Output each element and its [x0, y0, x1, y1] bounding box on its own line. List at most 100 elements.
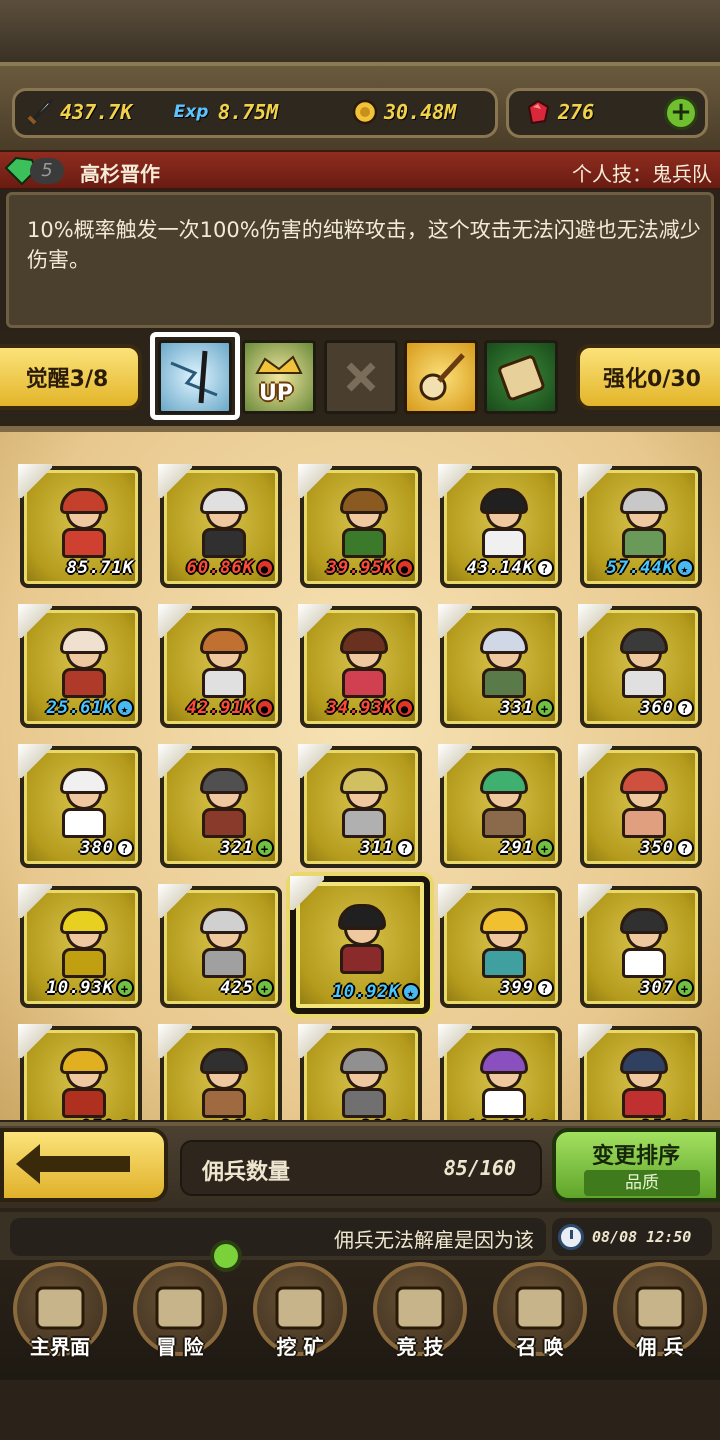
- shamisen-icon: [419, 353, 465, 401]
- page-corner-icon: [158, 604, 192, 638]
- sort-title: 变更排序: [591, 1144, 680, 1169]
- mercenary-card[interactable]: 280★: [298, 1024, 422, 1120]
- enhance-button[interactable]: 强化0/30: [576, 344, 720, 410]
- mercenary-power-value: 425: [220, 978, 254, 998]
- page-corner-icon: [158, 464, 192, 498]
- mercenary-card[interactable]: 399?: [438, 884, 562, 1008]
- mercenary-portrait: [614, 768, 674, 838]
- mercenary-card[interactable]: 380?: [18, 744, 142, 868]
- exp-label: Exp: [173, 102, 209, 122]
- skill-description-panel: 10%概率触发一次100%伤害的纯粹攻击，这个攻击无法闪避也无法减少伤害。: [6, 192, 714, 328]
- mercenary-card[interactable]: 307 +: [578, 884, 702, 1008]
- mercenary-card[interactable]: 425 +: [158, 884, 282, 1008]
- mercenary-portrait: [54, 488, 114, 558]
- mercenary-card[interactable]: 85.71K: [18, 464, 142, 588]
- sort-mode: 品质: [584, 1170, 700, 1196]
- news-ticker: 佣兵无法解雇是因为该: [10, 1218, 546, 1256]
- skill-slot-up[interactable]: UP: [242, 340, 316, 414]
- gem-value: 276: [558, 100, 595, 124]
- mercenary-portrait: [334, 1048, 394, 1118]
- mercenary-power: 399?: [500, 978, 554, 998]
- mercenary-portrait: [54, 628, 114, 698]
- mercenary-card[interactable]: 10.93K +: [18, 884, 142, 1008]
- mercenary-card[interactable]: 42.91K ●: [158, 604, 282, 728]
- mercenary-card[interactable]: 60.86K ●: [158, 464, 282, 588]
- page-corner-icon: [438, 604, 472, 638]
- mercenary-card[interactable]: 25.61K ★: [18, 604, 142, 728]
- mercenary-card[interactable]: 360?: [578, 604, 702, 728]
- nav-item[interactable]: 佣 兵: [600, 1262, 720, 1378]
- mercenary-power: 350?: [640, 838, 694, 858]
- map-background: [0, 0, 720, 62]
- class-badge-icon: +: [256, 839, 274, 857]
- mercenary-card[interactable]: 57.44K ★: [578, 464, 702, 588]
- gem-resource: 276: [522, 94, 594, 130]
- skill-description: 10%概率触发一次100%伤害的纯粹攻击，这个攻击无法闪避也无法减少伤害。: [27, 218, 701, 272]
- ruby-icon: [522, 96, 554, 128]
- skill-slot-instrument[interactable]: [404, 340, 478, 414]
- mercenary-power-value: 34.93K: [326, 698, 394, 718]
- back-button[interactable]: [0, 1128, 168, 1202]
- class-badge-icon: ★: [676, 1119, 694, 1120]
- page-corner-icon: [18, 1024, 52, 1058]
- mercenary-card[interactable]: 363★: [158, 1024, 282, 1120]
- nav-item[interactable]: 召 唤: [480, 1262, 600, 1378]
- class-badge-icon: ?: [536, 559, 554, 577]
- mercenary-power: 85.71K: [67, 558, 134, 578]
- skill-slot-scroll[interactable]: [484, 340, 558, 414]
- nav-item[interactable]: 竞 技: [360, 1262, 480, 1378]
- mercenary-portrait: [614, 488, 674, 558]
- mercenary-power: 380?: [80, 838, 134, 858]
- mercenary-power-value: 10.92K: [332, 982, 400, 1002]
- mercenary-power: 43.14K?: [467, 558, 554, 578]
- mercenary-power-value: 10.92K: [467, 1118, 534, 1120]
- mercenary-power: 307 +: [640, 978, 694, 998]
- mercenary-portrait: [334, 628, 394, 698]
- mercenary-card[interactable]: 311?: [298, 744, 422, 868]
- mercenary-card[interactable]: 331 +: [438, 604, 562, 728]
- mercenary-power-value: 10.93K: [46, 978, 114, 998]
- add-gems-button[interactable]: +: [664, 96, 698, 130]
- up-label: UP: [259, 381, 293, 406]
- mercenary-power: 57.44K ★: [607, 558, 694, 578]
- mercenary-power-value: 399: [500, 978, 534, 998]
- mercenary-power: 321 +: [220, 838, 274, 858]
- awaken-button[interactable]: 觉醒3/8: [0, 344, 142, 410]
- mercenary-power: 25.61K ★: [47, 698, 134, 718]
- hero-skill: 个人技：鬼兵队: [572, 162, 712, 186]
- mercenary-power: 280★: [360, 1118, 414, 1120]
- mercenary-card[interactable]: 39.95K ●: [298, 464, 422, 588]
- mercenary-power: 351★: [640, 1118, 694, 1120]
- mercenary-power-value: 380: [80, 838, 114, 858]
- mercenary-portrait: [194, 1048, 254, 1118]
- nav-item[interactable]: 冒 险: [120, 1262, 240, 1378]
- mercenary-power-value: 280: [360, 1118, 394, 1120]
- mercenary-portrait: [54, 1048, 114, 1118]
- power-value: 437.7K: [60, 100, 133, 124]
- page-corner-icon: [158, 744, 192, 778]
- class-badge-icon: ?: [676, 839, 694, 857]
- exp-value: 8.75M: [218, 100, 279, 124]
- class-badge-icon: ●: [256, 699, 274, 717]
- skill-slot-empty[interactable]: [324, 340, 398, 414]
- mercenary-card[interactable]: 291 +: [438, 744, 562, 868]
- page-corner-icon: [18, 604, 52, 638]
- class-badge-icon: ★: [116, 699, 134, 717]
- nav-item[interactable]: 挖 矿: [240, 1262, 360, 1378]
- mercenary-card[interactable]: 350?: [578, 744, 702, 868]
- change-sort-button[interactable]: 变更排序 品质: [552, 1128, 720, 1202]
- mercenary-card[interactable]: 43.14K?: [438, 464, 562, 588]
- mercenary-card[interactable]: 321 +: [158, 744, 282, 868]
- mercenary-card[interactable]: 34.93K ●: [298, 604, 422, 728]
- mercenary-power-value: 39.95K: [326, 558, 394, 578]
- mercenary-power-value: 43.14K: [466, 558, 534, 578]
- mercenary-card[interactable]: 10.92K ★: [290, 876, 430, 1014]
- mercenary-portrait: [54, 768, 114, 838]
- page-corner-icon: [438, 464, 472, 498]
- mercenary-card[interactable]: 351★: [578, 1024, 702, 1120]
- hero-name: 高杉晋作: [80, 162, 160, 186]
- mercenary-card[interactable]: 10.92K●: [438, 1024, 562, 1120]
- clock: 08/08 12:50: [552, 1218, 712, 1256]
- nav-item[interactable]: 主界面: [0, 1262, 120, 1378]
- mercenary-card[interactable]: 878?: [18, 1024, 142, 1120]
